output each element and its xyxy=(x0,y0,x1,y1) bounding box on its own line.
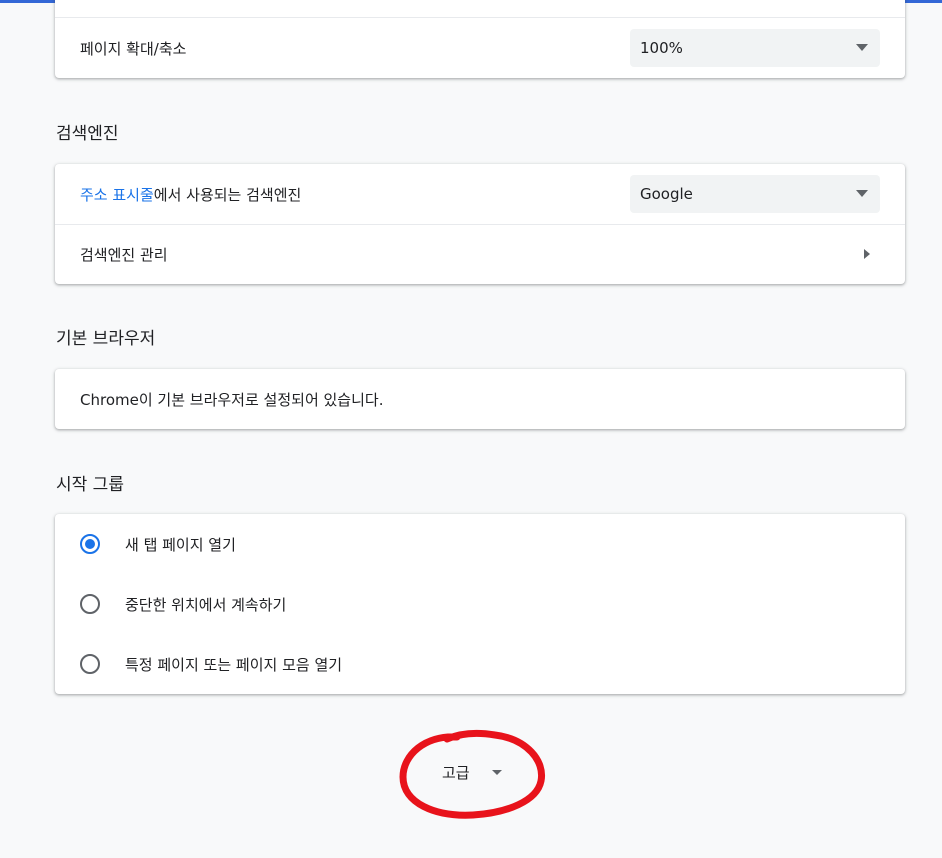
advanced-button[interactable]: 고급 xyxy=(442,762,502,783)
radio-button-checked[interactable] xyxy=(80,534,100,554)
address-bar-link[interactable]: 주소 표시줄 xyxy=(80,186,154,204)
appearance-card: 페이지 확대/축소 100% xyxy=(55,0,905,78)
arrow-right-icon xyxy=(864,249,870,259)
advanced-label: 고급 xyxy=(442,764,470,782)
search-engine-description-suffix: 에서 사용되는 검색엔진 xyxy=(153,185,302,204)
radio-button[interactable] xyxy=(80,654,100,674)
chevron-down-icon xyxy=(491,770,502,775)
search-engine-card: 주소 표시줄에서 사용되는 검색엔진 Google 검색엔진 관리 xyxy=(55,164,905,284)
manage-search-engines-label: 검색엔진 관리 xyxy=(80,246,168,264)
page-zoom-value: 100% xyxy=(640,39,683,57)
default-browser-status: Chrome이 기본 브라우저로 설정되어 있습니다. xyxy=(80,390,384,409)
search-engine-value: Google xyxy=(640,185,693,203)
appearance-previous-row xyxy=(55,0,905,17)
startup-option-label: 특정 페이지 또는 페이지 모음 열기 xyxy=(125,655,343,674)
search-engine-select[interactable]: Google xyxy=(630,175,880,213)
page-zoom-label: 페이지 확대/축소 xyxy=(80,39,187,58)
on-startup-section-title: 시작 그룹 xyxy=(56,475,124,495)
chevron-down-icon xyxy=(856,190,868,197)
chevron-down-icon xyxy=(856,44,868,51)
startup-option-label: 새 탭 페이지 열기 xyxy=(125,535,236,554)
default-browser-card: Chrome이 기본 브라우저로 설정되어 있습니다. xyxy=(55,369,905,429)
search-engine-select-row: 주소 표시줄에서 사용되는 검색엔진 Google xyxy=(55,164,905,224)
on-startup-card: 새 탭 페이지 열기 중단한 위치에서 계속하기 특정 페이지 또는 페이지 모… xyxy=(55,514,905,694)
startup-option-label: 중단한 위치에서 계속하기 xyxy=(125,595,287,614)
page-zoom-select[interactable]: 100% xyxy=(630,29,880,67)
startup-option-new-tab[interactable]: 새 탭 페이지 열기 xyxy=(55,514,905,574)
manage-search-engines-row[interactable]: 검색엔진 관리 xyxy=(55,224,905,284)
default-browser-row: Chrome이 기본 브라우저로 설정되어 있습니다. xyxy=(55,369,905,429)
default-browser-section-title: 기본 브라우저 xyxy=(56,329,156,349)
search-engine-description: 주소 표시줄에서 사용되는 검색엔진 xyxy=(80,184,301,205)
radio-button[interactable] xyxy=(80,594,100,614)
search-engine-section-title: 검색엔진 xyxy=(56,124,119,144)
startup-option-specific-pages[interactable]: 특정 페이지 또는 페이지 모음 열기 xyxy=(55,634,905,694)
startup-option-continue[interactable]: 중단한 위치에서 계속하기 xyxy=(55,574,905,634)
page-zoom-row: 페이지 확대/축소 100% xyxy=(55,17,905,78)
